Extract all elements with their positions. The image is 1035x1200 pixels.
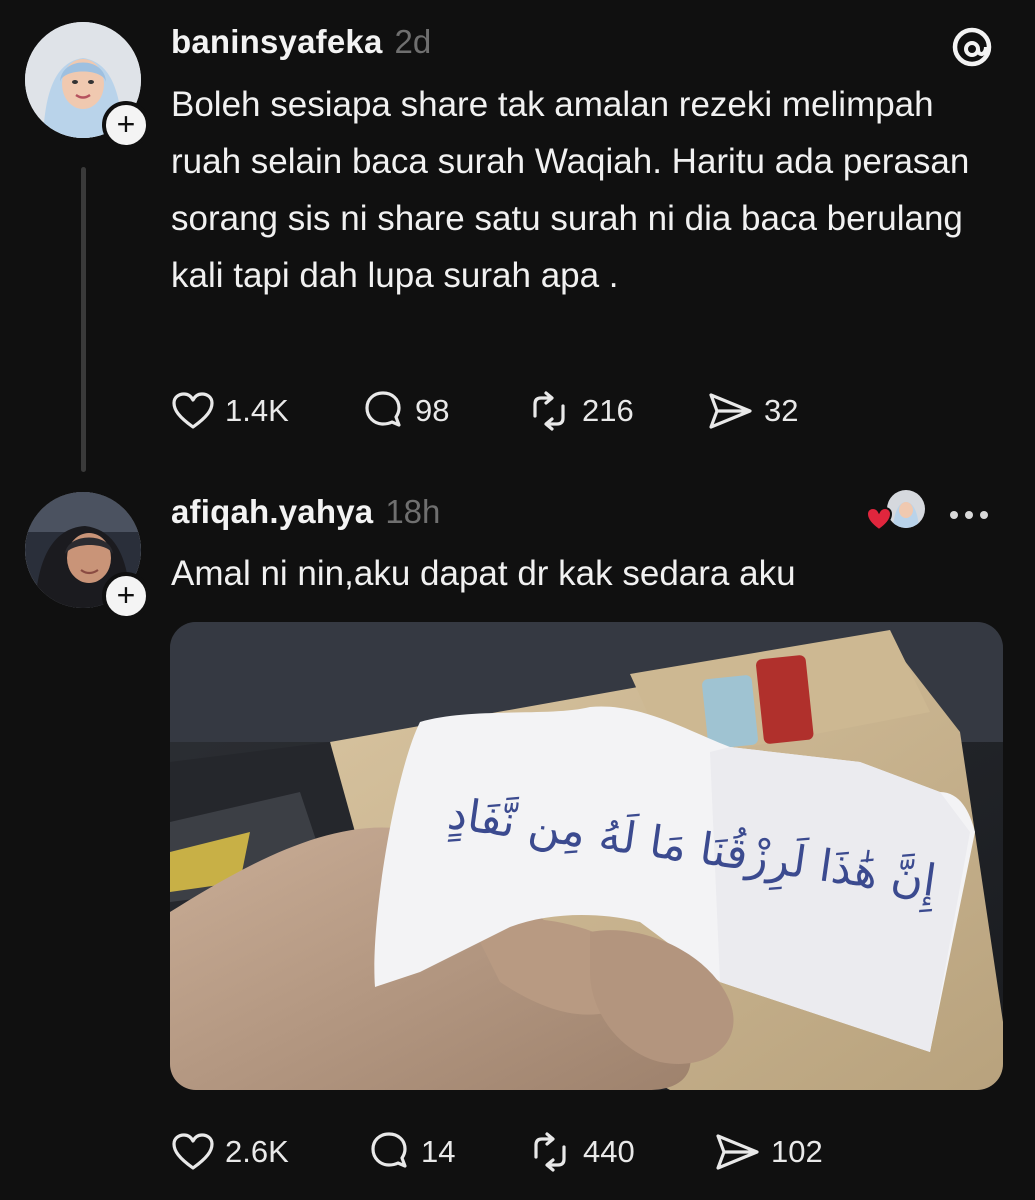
reply-button[interactable]: 98	[361, 390, 526, 432]
follow-plus-icon[interactable]: +	[102, 101, 150, 149]
liked-by-author-indicator	[865, 490, 927, 532]
comment-icon	[365, 391, 401, 427]
like-button[interactable]: 1.4K	[171, 391, 361, 431]
share-button[interactable]: 102	[713, 1132, 863, 1172]
post-header: baninsyafeka 2d	[171, 23, 431, 61]
repost-icon	[534, 1132, 566, 1172]
share-count: 102	[771, 1134, 823, 1169]
send-icon	[716, 1134, 759, 1170]
post-image[interactable]: إِنَّ هَٰذَا لَرِزْقُنَا مَا لَهُ مِن نَ…	[170, 622, 1003, 1090]
send-icon	[709, 393, 752, 429]
heart-icon	[172, 392, 214, 429]
action-bar: 1.4K 98 216 32	[171, 386, 856, 436]
threads-logo-icon[interactable]	[950, 25, 994, 74]
share-button[interactable]: 32	[706, 391, 856, 431]
post-time[interactable]: 2d	[395, 23, 432, 60]
repost-count: 440	[583, 1134, 635, 1169]
like-count: 1.4K	[225, 393, 289, 428]
thread-line	[81, 167, 86, 472]
action-bar: 2.6K 14 440 102	[171, 1127, 863, 1177]
username[interactable]: baninsyafeka	[171, 23, 383, 60]
post-text: Amal ni nin,aku dapat dr kak sedara aku	[171, 554, 796, 593]
reply-count: 98	[415, 393, 450, 428]
repost-button[interactable]: 440	[527, 1131, 713, 1173]
like-button[interactable]: 2.6K	[171, 1132, 367, 1172]
liked-heart-icon	[865, 506, 893, 537]
more-options-icon[interactable]	[950, 506, 995, 524]
username[interactable]: afiqah.yahya	[171, 493, 373, 530]
comment-icon	[371, 1132, 407, 1168]
post-header: afiqah.yahya 18h	[171, 493, 440, 531]
reply-count: 14	[421, 1134, 456, 1169]
repost-count: 216	[582, 393, 634, 428]
reply-button[interactable]: 14	[367, 1131, 527, 1173]
heart-icon	[172, 1133, 214, 1170]
like-count: 2.6K	[225, 1134, 289, 1169]
repost-icon	[533, 391, 565, 431]
post-time[interactable]: 18h	[385, 493, 440, 530]
repost-button[interactable]: 216	[526, 390, 706, 432]
share-count: 32	[764, 393, 799, 428]
follow-plus-icon[interactable]: +	[102, 572, 150, 620]
post-text: Boleh sesiapa share tak amalan rezeki me…	[171, 85, 970, 295]
